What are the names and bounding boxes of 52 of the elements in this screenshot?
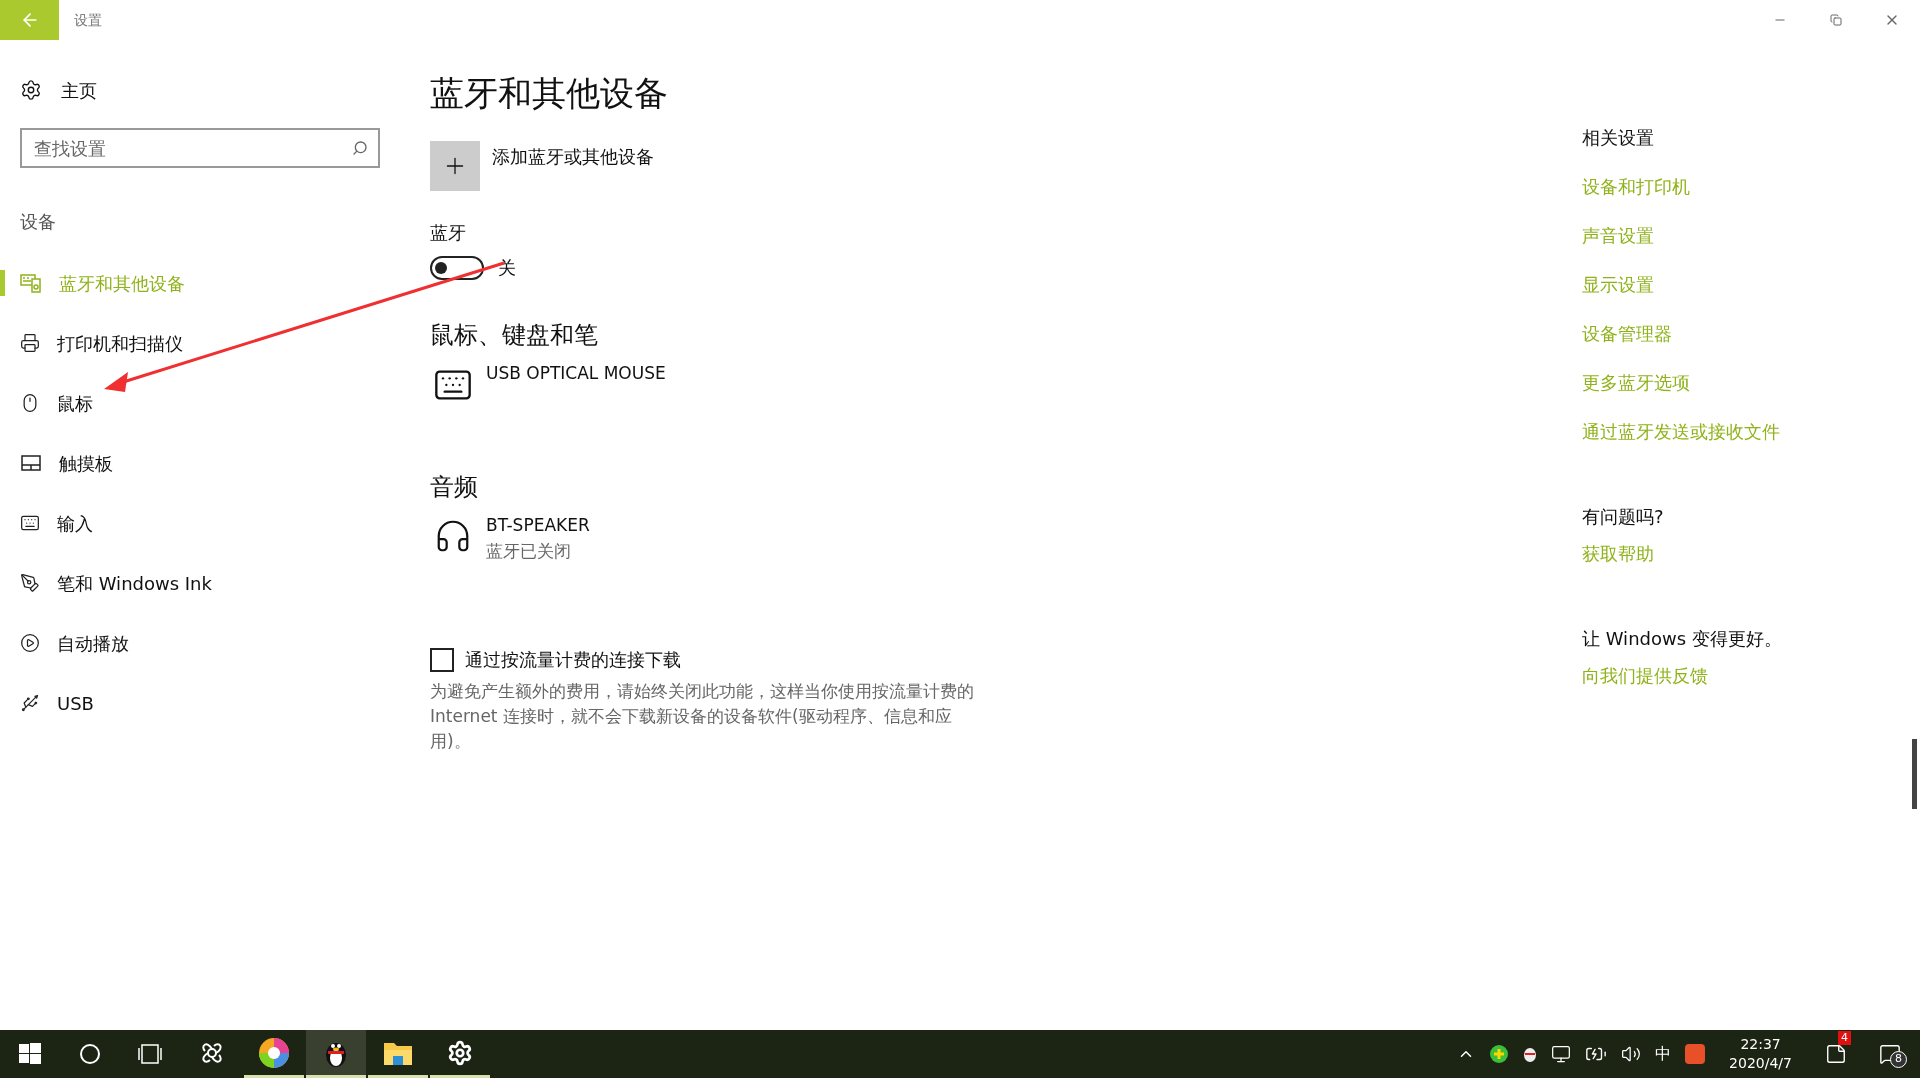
taskbar-app[interactable] (306, 1030, 366, 1078)
play-icon (20, 633, 40, 653)
action-center-count: 8 (1890, 1051, 1907, 1068)
section-heading: 设备 (20, 210, 57, 234)
group-heading: 鼠标、键盘和笔 (430, 320, 599, 351)
restore-icon (1830, 14, 1842, 26)
input-method-icon[interactable] (1685, 1044, 1706, 1064)
touchpad-icon (20, 452, 42, 474)
sidebar-item[interactable]: USB (57, 689, 94, 717)
pen-icon (20, 573, 40, 593)
metered-checkbox[interactable] (430, 647, 454, 672)
page-title: 蓝牙和其他设备 (430, 72, 669, 115)
add-device-label[interactable]: 添加蓝牙或其他设备 (492, 143, 654, 170)
sidebar-item[interactable]: 打印机和扫描仪 (57, 329, 183, 357)
windows-start-icon[interactable] (19, 1043, 41, 1065)
scrollbar[interactable] (1912, 739, 1917, 809)
window-title: 设置 (74, 11, 102, 30)
usb-icon (20, 693, 40, 713)
search-field[interactable]: 查找设置 (20, 128, 380, 168)
feedback-heading: 让 Windows 变得更好。 (1582, 627, 1783, 651)
bluetooth-toggle[interactable] (430, 255, 484, 280)
sidebar-item[interactable]: 自动播放 (57, 629, 129, 657)
keyboard-icon (20, 513, 40, 533)
network-icon[interactable] (1551, 1044, 1572, 1064)
ime-indicator[interactable]: 中 (1655, 1042, 1672, 1066)
add-device-button[interactable] (430, 141, 480, 191)
devices-icon (20, 272, 42, 294)
related-heading: 相关设置 (1582, 126, 1655, 150)
device-name[interactable]: BT-SPEAKER (486, 513, 590, 539)
device-status: 蓝牙已关闭 (486, 539, 572, 563)
sidebar-item[interactable]: 触摸板 (59, 449, 113, 477)
bluetooth-label: 蓝牙 (430, 221, 467, 245)
description-text: 为避免产生额外的费用，请始终关闭此功能，这样当你使用按流量计费的 Internet 连接时，就不会下载新设备的设备软件(驱动程序、信息和应用)。 (430, 680, 975, 753)
notes-icon[interactable] (1825, 1043, 1847, 1065)
clock[interactable]: 22:37 2020/4/7 (1719, 1035, 1802, 1073)
plus-circle-icon[interactable] (1489, 1044, 1510, 1064)
checkbox-label[interactable]: 通过按流量计费的连接下载 (465, 646, 681, 673)
task-view-icon[interactable] (137, 1043, 163, 1065)
search-icon[interactable] (352, 140, 368, 156)
sidebar-item[interactable]: 输入 (57, 509, 93, 537)
sidebar-item[interactable]: 鼠标 (57, 389, 93, 417)
notification-badge: 4 (1838, 1031, 1851, 1045)
color-wheel-icon[interactable] (258, 1036, 290, 1069)
gear-icon[interactable] (447, 1039, 473, 1066)
printer-icon (20, 333, 40, 353)
group-heading: 音频 (430, 472, 479, 503)
device-name[interactable]: USB OPTICAL MOUSE (486, 361, 666, 387)
sidebar-item[interactable]: 笔和 Windows Ink (57, 569, 212, 597)
volume-icon[interactable] (1621, 1044, 1642, 1064)
help-heading: 有问题吗? (1582, 505, 1665, 529)
settings-icon (20, 79, 42, 101)
home-link[interactable]: 主页 (61, 76, 97, 104)
